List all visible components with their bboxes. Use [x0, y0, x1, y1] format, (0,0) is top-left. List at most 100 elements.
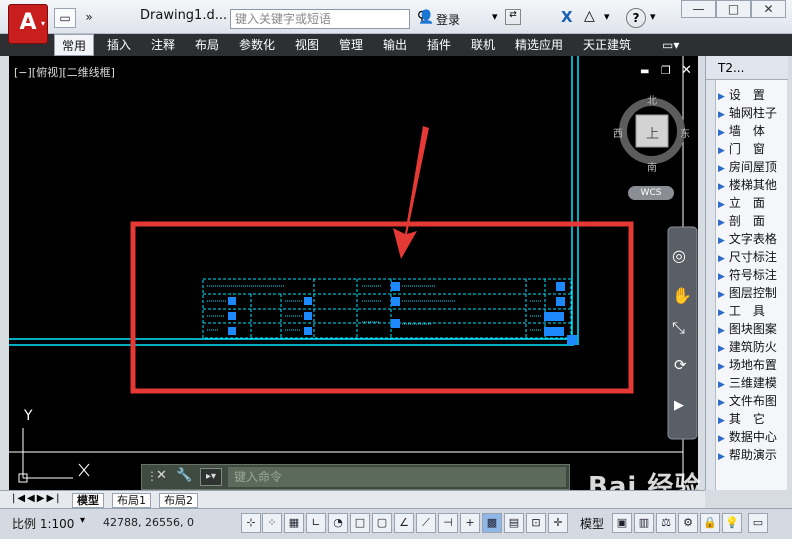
quick-properties-icon[interactable]: ▤ [504, 513, 524, 533]
palette-item-axis-columns[interactable]: ▶ 轴网柱子 [718, 104, 777, 122]
palette-title[interactable]: T2... [706, 56, 788, 80]
tab-insert[interactable]: 插入 [107, 34, 131, 56]
orbit-icon[interactable]: ⟳ [674, 356, 687, 374]
application-menu-button[interactable]: A ▾ [8, 4, 48, 44]
viewport-minimize-icon[interactable]: ▬ [640, 66, 649, 77]
minimize-button[interactable]: — [681, 0, 716, 18]
model-space-button[interactable]: 模型 [580, 515, 604, 532]
exchange-icon[interactable]: ⇄ [505, 9, 521, 25]
wcs-menu[interactable]: WCS [628, 186, 674, 200]
tab-layout2[interactable]: 布局2 [159, 493, 198, 508]
transparency-icon[interactable]: ▩ [482, 513, 502, 533]
viewport-controls-label[interactable]: [−][俯视][二维线框] [14, 64, 115, 80]
palette-item-walls[interactable]: ▶ 墙 体 [718, 122, 765, 140]
dynamic-input-icon[interactable]: ⊣ [438, 513, 458, 533]
toolbar-lock-icon[interactable]: 🔒 [700, 513, 720, 533]
close-button[interactable]: ✕ [751, 0, 786, 18]
annotation-monitor-icon[interactable]: ✛ [548, 513, 568, 533]
palette-item-file-layout[interactable]: ▶ 文件布图 [718, 392, 777, 410]
more-quick-access-icon[interactable]: » [78, 8, 100, 28]
palette-item-symbols[interactable]: ▶ 符号标注 [718, 266, 777, 284]
showmotion-icon[interactable]: ▶ [674, 398, 684, 413]
tab-output[interactable]: 输出 [383, 34, 407, 56]
ortho-mode-icon[interactable]: ∟ [306, 513, 326, 533]
tab-manage[interactable]: 管理 [339, 34, 363, 56]
tab-annotate[interactable]: 注释 [151, 34, 175, 56]
quick-view-layouts-icon[interactable]: ▣ [612, 513, 632, 533]
command-history-icon[interactable]: ▸▾ [200, 468, 222, 486]
coordinates-readout[interactable]: 42788, 26556, 0 [103, 516, 194, 529]
tab-model[interactable]: 模型 [72, 493, 104, 508]
palette-item-doors-windows[interactable]: ▶ 门 窗 [718, 140, 765, 158]
palette-item-dimensions[interactable]: ▶ 尺寸标注 [718, 248, 777, 266]
help-icon[interactable]: ? [626, 8, 646, 28]
palette-item-elevation[interactable]: ▶ 立 面 [718, 194, 765, 212]
dynamic-ucs-icon[interactable]: ⟋ [416, 513, 436, 533]
palette-item-text-tables[interactable]: ▶ 文字表格 [718, 230, 777, 248]
annotation-scale[interactable]: 比例 1:100 [12, 515, 74, 532]
palette-item-stairs[interactable]: ▶ 楼梯其他 [718, 176, 777, 194]
infer-constraints-icon[interactable]: ⊹ [241, 513, 261, 533]
palette-item-layers[interactable]: ▶ 图层控制 [718, 284, 777, 302]
object-snap-icon[interactable]: □ [350, 513, 370, 533]
tab-plugins[interactable]: 插件 [427, 34, 451, 56]
palette-item-help-demo[interactable]: ▶ 帮助演示 [718, 446, 777, 464]
dropdown-icon[interactable]: ▾ [492, 10, 498, 23]
zoom-icon[interactable]: ⤡ [672, 318, 685, 338]
workspace-switching-icon[interactable]: ⚙ [678, 513, 698, 533]
command-settings-icon[interactable]: 🔧 [176, 468, 192, 483]
polar-tracking-icon[interactable]: ◔ [328, 513, 348, 533]
viewcube-west[interactable]: 西 [613, 125, 623, 140]
tab-layout1[interactable]: 布局1 [112, 493, 151, 508]
palette-item-3d-modeling[interactable]: ▶ 三维建模 [718, 374, 777, 392]
dropdown-icon-2[interactable]: ▾ [604, 10, 610, 23]
palette-item-rooms-roofs[interactable]: ▶ 房间屋顶 [718, 158, 777, 176]
command-close-icon[interactable]: ✕ [156, 468, 167, 483]
tab-parametric[interactable]: 参数化 [239, 34, 275, 56]
help-dropdown-icon[interactable]: ▾ [650, 10, 656, 23]
tab-tarch[interactable]: 天正建筑 [583, 34, 631, 56]
viewport-close-icon[interactable]: ✕ [681, 63, 692, 78]
palette-item-tools[interactable]: ▶ 工 具 [718, 302, 765, 320]
isolate-objects-icon[interactable]: 💡 [722, 513, 742, 533]
palette-item-fire-protection[interactable]: ▶ 建筑防火 [718, 338, 777, 356]
3d-object-snap-icon[interactable]: ▢ [372, 513, 392, 533]
tab-featured-apps[interactable]: 精选应用 [515, 34, 563, 56]
grid-display-icon[interactable]: ▦ [284, 513, 304, 533]
viewcube-top-face[interactable]: 上 [646, 123, 659, 142]
snap-mode-icon[interactable]: ⁘ [262, 513, 282, 533]
x-app-icon[interactable]: X [561, 8, 573, 26]
login-button[interactable]: 登录 [436, 11, 460, 28]
palette-item-other[interactable]: ▶ 其 它 [718, 410, 765, 428]
annotation-scale-icon[interactable]: ⚖ [656, 513, 676, 533]
pan-icon[interactable]: ✋ [672, 286, 692, 305]
maximize-button[interactable]: □ [716, 0, 751, 18]
quick-view-drawings-icon[interactable]: ▥ [634, 513, 654, 533]
ribbon-minimize-icon[interactable]: ▭▾ [662, 34, 690, 56]
tab-home[interactable]: 常用 [54, 34, 94, 56]
drawing-canvas[interactable] [9, 56, 698, 490]
palette-item-section[interactable]: ▶ 剖 面 [718, 212, 765, 230]
object-snap-tracking-icon[interactable]: ∠ [394, 513, 414, 533]
viewcube-south[interactable]: 南 [647, 159, 657, 174]
tab-layout[interactable]: 布局 [195, 34, 219, 56]
lineweight-icon[interactable]: + [460, 513, 480, 533]
viewcube-east[interactable]: 东 [680, 125, 690, 140]
palette-item-settings[interactable]: ▶ 设 置 [718, 86, 765, 104]
steering-wheel-icon[interactable]: ◎ [672, 246, 686, 265]
new-file-icon[interactable]: ▭ [54, 8, 76, 28]
search-input[interactable]: 键入关键字或短语 [230, 9, 410, 29]
viewcube-north[interactable]: 北 [647, 92, 657, 107]
command-input[interactable]: 键入命令 [228, 467, 566, 487]
triangle-app-icon[interactable]: △ [584, 8, 595, 24]
palette-item-site-layout[interactable]: ▶ 场地布置 [718, 356, 777, 374]
selection-cycling-icon[interactable]: ⊡ [526, 513, 546, 533]
tab-view[interactable]: 视图 [295, 34, 319, 56]
clean-screen-icon[interactable]: ▭ [748, 513, 768, 533]
user-icon[interactable]: 👤 [418, 10, 434, 25]
palette-item-data-center[interactable]: ▶ 数据中心 [718, 428, 777, 446]
viewport-restore-icon[interactable]: ❐ [661, 64, 671, 77]
layout-nav-arrows-icon[interactable]: |◀◀▶▶| [12, 493, 62, 504]
tab-online[interactable]: 联机 [471, 34, 495, 56]
scale-dropdown-icon[interactable]: ▾ [80, 515, 85, 526]
